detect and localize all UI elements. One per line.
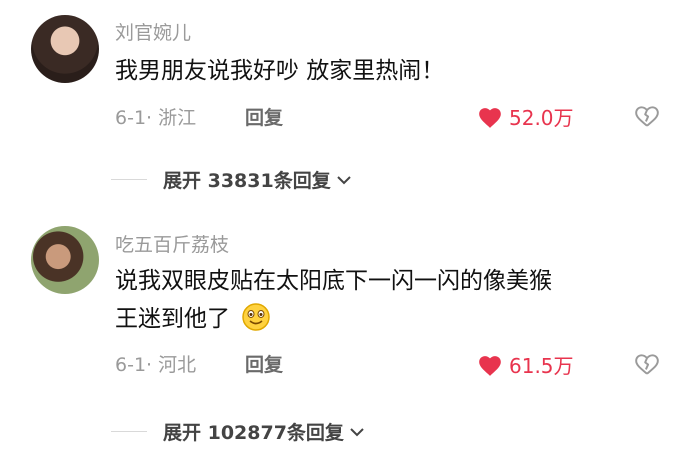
smiling-face-emoji <box>242 303 271 331</box>
reply-button[interactable]: 回复 <box>245 103 283 130</box>
avatar[interactable] <box>31 226 99 294</box>
divider-line <box>111 431 147 432</box>
chevron-down-icon <box>350 427 364 436</box>
like-count: 52.0万 <box>509 106 574 130</box>
comment-text-line-1: 说我双眼皮贴在太阳底下一闪一闪的像美猴 <box>115 268 552 294</box>
heart-icon <box>479 107 501 128</box>
expand-replies-button[interactable]: 展开 33831条回复 <box>111 166 353 193</box>
expand-replies-button[interactable]: 展开 102877条回复 <box>111 418 366 445</box>
username[interactable]: 吃五百斤荔枝 <box>115 230 229 257</box>
expand-replies-label: 展开 102877条回复 <box>163 422 344 444</box>
broken-heart-icon[interactable] <box>634 352 660 376</box>
comment-date-location: 6-1· 浙江 <box>115 107 197 129</box>
broken-heart-icon[interactable] <box>634 104 660 128</box>
heart-icon <box>479 355 501 376</box>
divider-line <box>111 179 147 180</box>
comment-text: 我男朋友说我好吵 放家里热闹！ <box>115 58 445 84</box>
username[interactable]: 刘官婉儿 <box>115 18 191 45</box>
comment-date-location: 6-1· 河北 <box>115 354 197 376</box>
like-count: 61.5万 <box>509 354 574 378</box>
comment-text-line-2: 王迷到他了 <box>115 300 271 339</box>
reply-button[interactable]: 回复 <box>245 350 283 377</box>
like-button[interactable]: 52.0万 <box>477 102 574 131</box>
like-button[interactable]: 61.5万 <box>477 350 574 379</box>
comment-text-line-2-text: 王迷到他了 <box>115 306 230 332</box>
avatar[interactable] <box>31 15 99 83</box>
expand-replies-label: 展开 33831条回复 <box>163 170 331 192</box>
chevron-down-icon <box>337 175 351 184</box>
